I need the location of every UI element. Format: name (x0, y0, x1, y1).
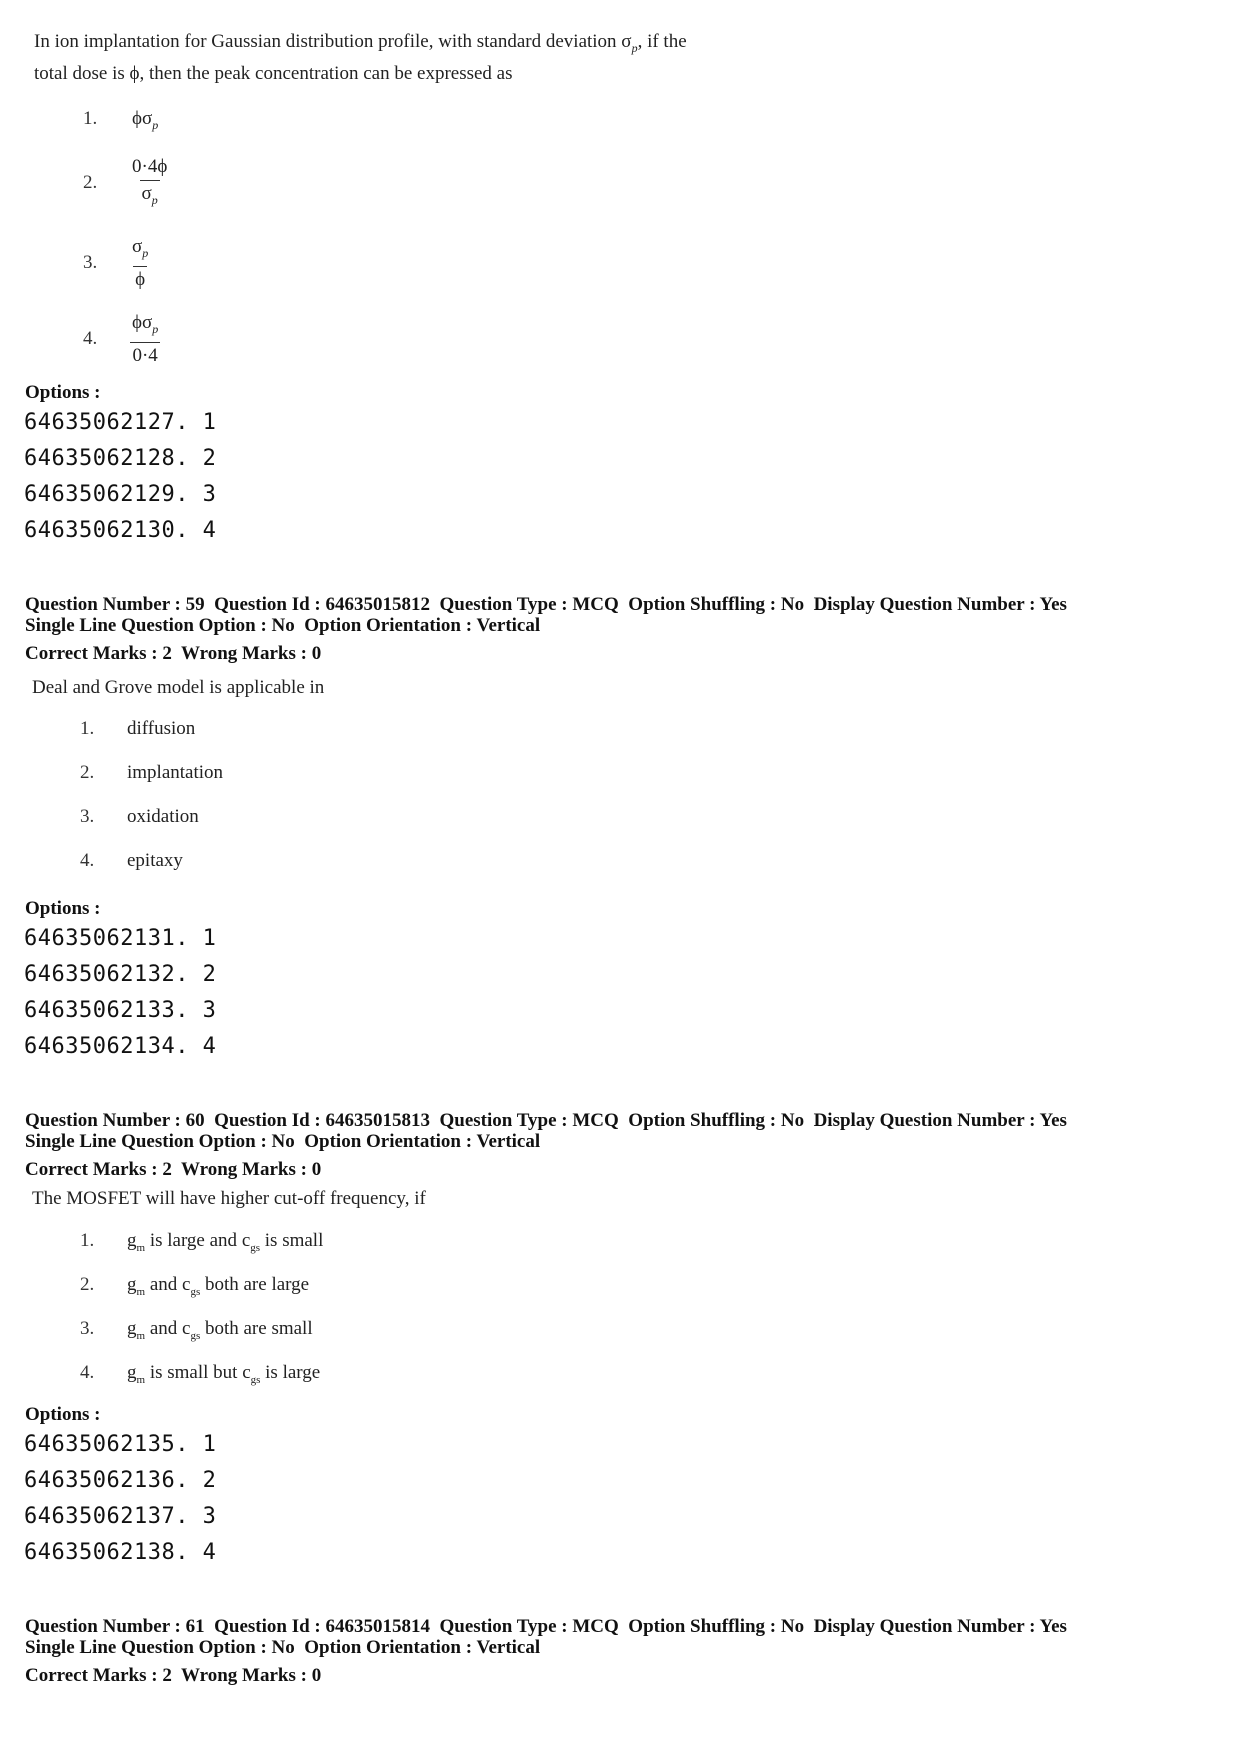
numerator: 0·4ϕ (132, 156, 168, 177)
choice-text: gm is small but cgs is large (127, 1362, 320, 1386)
option-id: 64635062133. 3 (24, 998, 217, 1023)
den-text: σ (141, 183, 152, 204)
choice-number: 2. (80, 1274, 95, 1295)
options-label: Options : (25, 898, 101, 919)
g: g (127, 1274, 137, 1295)
tail: is small (260, 1230, 324, 1251)
denominator: 0·4 (130, 341, 160, 367)
question-meta-line-1: Question Number : 61 Question Id : 64635… (25, 1616, 1067, 1637)
denominator: σp (139, 180, 160, 211)
choice-text: implantation (127, 762, 224, 783)
options-label: Options : (25, 1404, 101, 1425)
choice-number: 2. (80, 762, 95, 783)
subscript: p (152, 321, 159, 336)
option-id: 64635062135. 1 (24, 1432, 217, 1457)
question-marks: Correct Marks : 2 Wrong Marks : 0 (25, 1665, 322, 1686)
choice-number: 4. (80, 850, 95, 871)
option-id: 64635062136. 2 (24, 1468, 217, 1493)
choice-number: 1. (80, 1230, 95, 1251)
option-id: 64635062129. 3 (24, 482, 217, 507)
option-id: 64635062137. 3 (24, 1504, 217, 1529)
option-id: 64635062138. 4 (24, 1540, 217, 1565)
choice-number: 4. (80, 1362, 95, 1383)
subscript: m (136, 1241, 146, 1254)
choice-number: 3. (80, 1318, 95, 1339)
tail: both are large (200, 1274, 310, 1295)
choice-number: 2. (83, 172, 98, 193)
choice-number: 3. (83, 252, 98, 273)
question-text-tail: , if the (637, 31, 687, 52)
subscript: gs (250, 1241, 261, 1254)
subscript: p (151, 192, 158, 207)
option-id: 64635062134. 4 (24, 1034, 217, 1059)
choice-number: 1. (83, 108, 98, 129)
g: g (127, 1318, 137, 1339)
mid: and (145, 1318, 182, 1339)
numerator: σp (130, 236, 150, 266)
option-id: 64635062132. 2 (24, 962, 217, 987)
option-id: 64635062130. 4 (24, 518, 217, 543)
denominator: ϕ (133, 265, 148, 291)
choice-text: gm and cgs both are small (127, 1318, 313, 1342)
num-text: ϕσ (132, 312, 153, 333)
choice-text: diffusion (127, 718, 196, 739)
choice-fraction: 0·4ϕ σp (130, 156, 169, 211)
choice-text: gm is large and cgs is small (127, 1230, 323, 1254)
subscript: m (136, 1285, 146, 1298)
mid: is large and (145, 1230, 242, 1251)
choice-number: 1. (80, 718, 95, 739)
question-meta-line-1: Question Number : 60 Question Id : 64635… (25, 1110, 1067, 1131)
question-text: The MOSFET will have higher cut-off freq… (32, 1188, 426, 1209)
num-text: σ (132, 236, 143, 257)
option-id: 64635062127. 1 (24, 410, 217, 435)
choice-fraction: ϕσp 0·4 (130, 312, 160, 367)
expr: ϕσ (132, 108, 153, 129)
g: g (127, 1230, 137, 1251)
subscript: gs (190, 1285, 201, 1298)
question-meta-line-2: Single Line Question Option : No Option … (25, 1637, 541, 1658)
tail: both are small (200, 1318, 313, 1339)
numerator: ϕσp (130, 312, 160, 342)
question-meta-line-2: Single Line Question Option : No Option … (25, 1131, 541, 1152)
mid: is small but (145, 1362, 243, 1383)
choice-text: epitaxy (127, 850, 183, 871)
c: c (242, 1362, 251, 1383)
question-text-line-2: total dose is ϕ, then the peak concentra… (34, 63, 513, 84)
subscript: m (136, 1329, 146, 1342)
question-marks: Correct Marks : 2 Wrong Marks : 0 (25, 1159, 322, 1180)
choice-text: gm and cgs both are large (127, 1274, 309, 1298)
option-id: 64635062131. 1 (24, 926, 217, 951)
g: g (127, 1362, 137, 1383)
c: c (241, 1230, 251, 1251)
question-text-line-1: In ion implantation for Gaussian distrib… (34, 31, 632, 52)
options-label: Options : (25, 382, 101, 403)
subscript: gs (190, 1329, 201, 1342)
mid: and (145, 1274, 182, 1295)
subscript: p (142, 245, 149, 260)
question-text: Deal and Grove model is applicable in (32, 677, 325, 698)
subscript: p (152, 117, 159, 132)
question-meta-line-2: Single Line Question Option : No Option … (25, 615, 541, 636)
choice-expression: ϕσp (132, 108, 158, 133)
question-marks: Correct Marks : 2 Wrong Marks : 0 (25, 643, 322, 664)
choice-fraction: σp ϕ (130, 236, 150, 291)
option-id: 64635062128. 2 (24, 446, 217, 471)
choice-number: 3. (80, 806, 95, 827)
subscript: m (136, 1373, 146, 1386)
question-meta-line-1: Question Number : 59 Question Id : 64635… (25, 594, 1067, 615)
choice-text: oxidation (127, 806, 199, 827)
choice-number: 4. (83, 328, 98, 349)
subscript: gs (250, 1373, 261, 1386)
tail: is large (260, 1362, 321, 1383)
